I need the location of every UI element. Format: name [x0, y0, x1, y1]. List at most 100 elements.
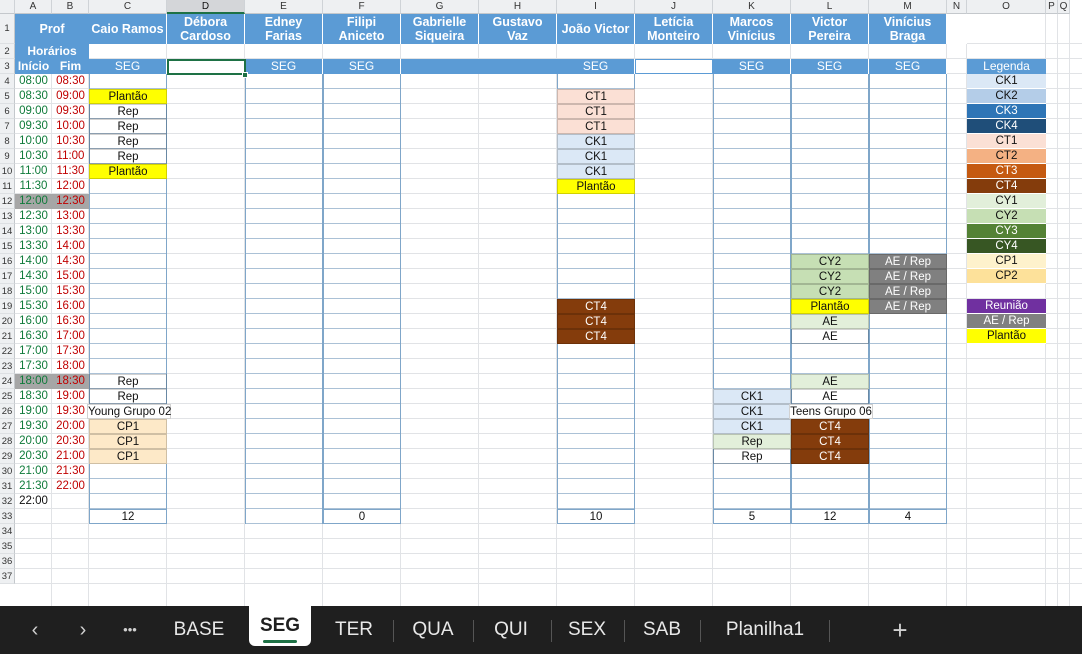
legend-item[interactable]: CT4: [967, 179, 1046, 194]
row-header[interactable]: 26: [0, 404, 15, 419]
end-time[interactable]: 20:00: [52, 419, 89, 434]
row-header[interactable]: 28: [0, 434, 15, 449]
column-header-o[interactable]: O: [967, 0, 1046, 14]
end-time[interactable]: 09:00: [52, 89, 89, 104]
schedule-entry[interactable]: CK1: [557, 149, 635, 164]
row-header[interactable]: 24: [0, 374, 15, 389]
start-time[interactable]: 17:30: [15, 359, 52, 374]
start-time[interactable]: 20:30: [15, 449, 52, 464]
schedule-entry[interactable]: AE / Rep: [869, 254, 947, 269]
teacher-name-g[interactable]: Gabrielle Siqueira: [401, 14, 479, 44]
end-time[interactable]: 21:00: [52, 449, 89, 464]
row-header[interactable]: 4: [0, 74, 15, 89]
legend-item[interactable]: CT2: [967, 149, 1046, 164]
day-label-f[interactable]: SEG: [323, 59, 401, 74]
day-label-c[interactable]: SEG: [89, 59, 167, 74]
schedule-entry[interactable]: CY2: [791, 269, 869, 284]
end-time[interactable]: 17:30: [52, 344, 89, 359]
schedule-entry[interactable]: CY2: [791, 254, 869, 269]
end-time[interactable]: 15:30: [52, 284, 89, 299]
end-time[interactable]: 18:00: [52, 359, 89, 374]
teacher-name-k[interactable]: Marcos Vinícius: [713, 14, 791, 44]
row-header[interactable]: 9: [0, 149, 15, 164]
total-count[interactable]: 0: [323, 509, 401, 524]
row-header[interactable]: 7: [0, 119, 15, 134]
legend-item[interactable]: CT3: [967, 164, 1046, 179]
teacher-name-f[interactable]: Filipi Aniceto: [323, 14, 401, 44]
sheet-tab-qui[interactable]: QUI: [474, 606, 548, 654]
end-time[interactable]: 21:30: [52, 464, 89, 479]
schedule-entry[interactable]: CK1: [557, 134, 635, 149]
sheet-tab-sab[interactable]: SAB: [627, 606, 697, 654]
schedule-entry[interactable]: AE: [791, 389, 869, 404]
row-header[interactable]: 12: [0, 194, 15, 209]
row-header[interactable]: 6: [0, 104, 15, 119]
teacher-name-e[interactable]: Edney Farias: [245, 14, 323, 44]
teacher-name-d[interactable]: Débora Cardoso: [167, 14, 245, 44]
select-all-corner[interactable]: [0, 0, 15, 14]
schedule-entry[interactable]: Plantão: [791, 299, 869, 314]
start-time[interactable]: 19:00: [15, 404, 52, 419]
row-header[interactable]: 19: [0, 299, 15, 314]
schedule-entry[interactable]: Rep: [89, 149, 167, 164]
schedule-entry[interactable]: AE / Rep: [869, 299, 947, 314]
schedule-entry[interactable]: CT4: [557, 299, 635, 314]
total-count[interactable]: 5: [713, 509, 791, 524]
teacher-name-c[interactable]: Caio Ramos: [89, 14, 167, 44]
blank-cell[interactable]: [947, 14, 967, 44]
start-time[interactable]: 08:00: [15, 74, 52, 89]
next-sheet-icon[interactable]: ›: [66, 606, 100, 654]
start-time[interactable]: 11:30: [15, 179, 52, 194]
row-header[interactable]: 23: [0, 359, 15, 374]
row-header[interactable]: 8: [0, 134, 15, 149]
column-header-a[interactable]: A: [15, 0, 52, 14]
day-label-i[interactable]: SEG: [557, 59, 635, 74]
row-header[interactable]: 1: [0, 14, 15, 44]
inicio-header[interactable]: Início: [15, 59, 52, 74]
end-time[interactable]: 10:30: [52, 134, 89, 149]
row-header[interactable]: 32: [0, 494, 15, 509]
start-time[interactable]: 12:00: [15, 194, 52, 209]
start-time[interactable]: 09:00: [15, 104, 52, 119]
day-label-empty[interactable]: [401, 59, 479, 74]
sheet-tab-seg[interactable]: SEG: [249, 606, 311, 646]
start-time[interactable]: 16:30: [15, 329, 52, 344]
prev-sheet-icon[interactable]: ‹: [18, 606, 52, 654]
schedule-entry[interactable]: CT4: [791, 419, 869, 434]
start-time[interactable]: 18:30: [15, 389, 52, 404]
day-label-l[interactable]: SEG: [791, 59, 869, 74]
row-header[interactable]: 11: [0, 179, 15, 194]
column-header-n[interactable]: N: [947, 0, 967, 14]
row-header[interactable]: 16: [0, 254, 15, 269]
start-time[interactable]: 14:30: [15, 269, 52, 284]
column-header-l[interactable]: L: [791, 0, 869, 14]
row-header[interactable]: 25: [0, 389, 15, 404]
end-time[interactable]: 09:30: [52, 104, 89, 119]
start-time[interactable]: 11:00: [15, 164, 52, 179]
schedule-entry[interactable]: Plantão: [89, 164, 167, 179]
end-time[interactable]: 14:30: [52, 254, 89, 269]
schedule-entry[interactable]: AE / Rep: [869, 284, 947, 299]
end-time[interactable]: 08:30: [52, 74, 89, 89]
row-header[interactable]: 15: [0, 239, 15, 254]
end-time[interactable]: 17:00: [52, 329, 89, 344]
column-header-i[interactable]: I: [557, 0, 635, 14]
start-time[interactable]: 13:30: [15, 239, 52, 254]
start-time[interactable]: 15:30: [15, 299, 52, 314]
end-time[interactable]: 15:00: [52, 269, 89, 284]
schedule-entry[interactable]: CK1: [713, 419, 791, 434]
legend-item[interactable]: CP2: [967, 269, 1046, 284]
sheet-tab-qua[interactable]: QUA: [396, 606, 470, 654]
start-time[interactable]: 10:00: [15, 134, 52, 149]
row-header[interactable]: 34: [0, 524, 15, 539]
row-header[interactable]: 37: [0, 569, 15, 584]
add-sheet-icon[interactable]: +: [882, 606, 918, 654]
sheet-tab-planilha1[interactable]: Planilha1: [704, 606, 826, 654]
row-header[interactable]: 10: [0, 164, 15, 179]
teacher-name-j[interactable]: Letícia Monteiro: [635, 14, 713, 44]
schedule-entry[interactable]: CT1: [557, 89, 635, 104]
start-time[interactable]: 19:30: [15, 419, 52, 434]
total-count[interactable]: 12: [89, 509, 167, 524]
start-time[interactable]: 17:00: [15, 344, 52, 359]
total-count[interactable]: 10: [557, 509, 635, 524]
